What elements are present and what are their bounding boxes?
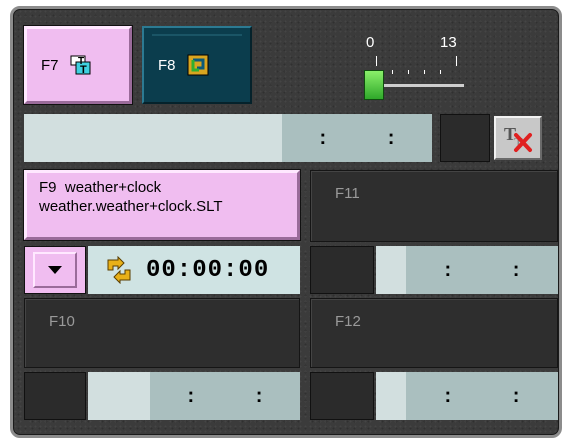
clear-text-button[interactable]: T T [494, 116, 542, 160]
f12-timecode: : : [406, 372, 558, 420]
f8-label: F8 [158, 56, 176, 74]
f11-progress-bar [376, 246, 406, 294]
f10-preview-box [24, 372, 86, 420]
f8-highlight [152, 34, 242, 36]
f11-timecode: : : [406, 246, 558, 294]
loop-icon [187, 54, 209, 76]
slider-thumb[interactable] [364, 70, 384, 100]
slider-track[interactable] [372, 84, 464, 87]
top-progress-bar [24, 114, 282, 162]
f11-key-label: F11 [335, 185, 360, 202]
f9-name: weather+clock [64, 179, 162, 196]
f9-filename: weather.weather+clock.SLT [39, 198, 223, 215]
f9-dropdown[interactable] [24, 246, 86, 294]
repeat-icon[interactable] [104, 256, 134, 284]
f9-timecode: 00:00:00 [146, 256, 270, 284]
slider-tick [376, 56, 377, 66]
f10-timecode: : : [150, 372, 300, 420]
svg-text:T: T [80, 64, 87, 76]
slider-tick [392, 70, 393, 74]
slider-tick [456, 56, 457, 66]
f12-progress-bar [376, 372, 406, 420]
text-layers-icon: T T [70, 55, 91, 76]
f7-label: F7 [41, 56, 59, 74]
slider-max-label: 13 [440, 34, 457, 51]
slider-tick [424, 70, 425, 74]
slider-tick [408, 70, 409, 74]
clear-text-icon: T T [504, 124, 532, 152]
f8-button[interactable]: F8 [142, 26, 252, 104]
chevron-down-icon [48, 266, 62, 274]
f12-preview-box [310, 372, 374, 420]
f10-key-label: F10 [49, 313, 75, 330]
f10-progress-bar [88, 372, 150, 420]
f9-key-label: F9 [39, 179, 57, 196]
slider-min-label: 0 [366, 34, 375, 51]
f12-key-label: F12 [335, 313, 361, 330]
f9-slot[interactable]: F9 weather+clock weather.weather+clock.S… [24, 170, 300, 240]
f9-timecode-bar: 00:00:00 [88, 246, 300, 294]
f11-slot[interactable]: F11 [310, 170, 558, 242]
top-preview-box [440, 114, 490, 162]
f10-slot[interactable]: F10 [24, 298, 300, 368]
slider-tick [440, 70, 441, 74]
top-timecode: : : [282, 114, 432, 162]
f12-slot[interactable]: F12 [310, 298, 558, 368]
f7-button[interactable]: F7 T T [24, 26, 132, 104]
f9-title: F9 weather+clock [39, 179, 297, 196]
f9-dropdown-button[interactable] [33, 252, 77, 288]
f11-preview-box [310, 246, 374, 294]
